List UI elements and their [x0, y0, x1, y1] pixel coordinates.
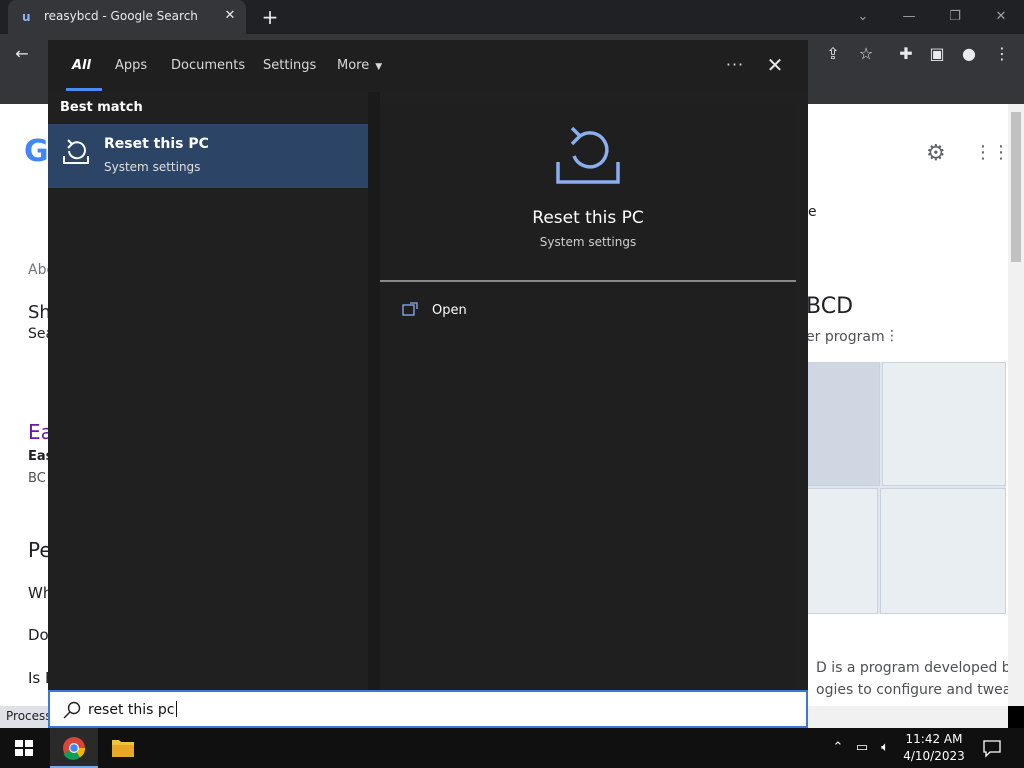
window-close-icon[interactable]: ✕ [992, 8, 1010, 26]
start-icon [15, 740, 33, 756]
description-line-2: ogies to configure and tweak the [816, 682, 1008, 698]
clock-time: 11:42 AM [905, 732, 963, 746]
network-icon[interactable]: ▭ [853, 738, 871, 758]
chevron-down-icon: ▼ [375, 62, 383, 72]
page-vertical-scrollbar[interactable] [1008, 104, 1024, 706]
question-fragment-2[interactable]: Do [28, 626, 49, 644]
chrome-tab-strip: u reasybcd - Google Search ✕ + ⌄ — ❐ ✕ [0, 0, 1024, 34]
minimize-icon[interactable]: — [900, 8, 918, 26]
knowledge-panel-subtitle-fragment: er program [806, 329, 885, 345]
windows-search-panel: All Apps Documents Settings More ▼ ··· ✕ … [48, 40, 808, 690]
thumbnail-2[interactable] [882, 362, 1006, 486]
taskbar-chrome[interactable] [50, 728, 98, 768]
volume-muted-icon[interactable]: 🔈︎ [876, 738, 894, 758]
search-box[interactable]: reset this pc [48, 690, 808, 728]
browser-tab[interactable]: u reasybcd - Google Search ✕ [8, 0, 246, 34]
google-apps-icon[interactable]: ⋮⋮ [974, 142, 1008, 164]
more-options-icon[interactable]: ⋮ [885, 328, 899, 344]
preview-divider [380, 280, 796, 282]
new-tab-button[interactable]: + [260, 7, 280, 27]
start-button[interactable] [0, 728, 48, 768]
result-preview-pane: Reset this PC System settings Open [380, 104, 796, 690]
extensions-icon[interactable]: ✚ [895, 43, 917, 65]
filter-tab-more[interactable]: More ▼ [337, 58, 382, 73]
file-explorer-icon [112, 740, 134, 757]
preview-category: System settings [539, 235, 637, 249]
share-icon[interactable]: ⇪ [822, 43, 844, 65]
search-icon [63, 701, 81, 719]
profile-icon[interactable]: ● [958, 43, 980, 65]
notifications-icon[interactable] [982, 738, 1002, 758]
settings-gear-icon[interactable]: ⚙ [926, 142, 950, 166]
windows-taskbar: ⌃ ▭ 🔈︎ 11:42 AM 4/10/2023 [0, 728, 1024, 768]
open-action-label: Open [432, 303, 467, 318]
search-input[interactable]: reset this pc [88, 701, 177, 718]
search-query-text: reset this pc [88, 702, 175, 718]
google-logo[interactable]: G [24, 134, 49, 169]
thumbnail-1[interactable] [806, 362, 880, 486]
screenshot-thumbnails[interactable] [806, 362, 1006, 614]
restore-icon[interactable]: ❐ [946, 8, 964, 26]
pane-divider [368, 92, 380, 690]
close-search-icon[interactable]: ✕ [764, 54, 786, 76]
description-line-1: D is a program developed by Neo [816, 660, 1008, 676]
clock-date: 4/10/2023 [903, 749, 965, 763]
thumbnail-3[interactable] [806, 488, 878, 614]
result-name: Reset this PC [104, 136, 209, 152]
chrome-icon [63, 737, 86, 760]
system-clock[interactable]: 11:42 AM 4/10/2023 [896, 731, 972, 765]
search-results-list: Best match Reset this PC System settings [48, 92, 368, 690]
reset-pc-icon [63, 139, 89, 164]
tab-search-icon[interactable]: ⌄ [854, 8, 872, 26]
bc-fragment: BC [28, 471, 46, 486]
knowledge-panel-title-fragment: BCD [806, 294, 854, 319]
scrollbar-thumb[interactable] [1011, 112, 1021, 262]
back-icon[interactable]: ← [11, 43, 33, 65]
side-panel-icon[interactable]: ▣ [926, 43, 948, 65]
bookmark-star-icon[interactable]: ☆ [855, 43, 877, 65]
open-action-button[interactable]: Open [398, 300, 558, 324]
active-tab-indicator [66, 88, 102, 91]
search-options-icon[interactable]: ··· [724, 54, 746, 76]
thumbnail-4[interactable] [880, 488, 1006, 614]
best-match-heading: Best match [60, 100, 143, 115]
google-favicon-icon: u [22, 10, 31, 24]
show-hidden-icons-icon[interactable]: ⌃ [829, 738, 847, 758]
filter-tab-more-label: More [337, 58, 370, 73]
reset-pc-large-icon [556, 126, 620, 184]
preview-name: Reset this PC [532, 208, 644, 228]
search-filter-bar: All Apps Documents Settings More ▼ ··· ✕ [48, 40, 808, 92]
result-category: System settings [104, 160, 201, 174]
taskbar-file-explorer[interactable] [99, 728, 147, 768]
result-item-reset-this-pc[interactable]: Reset this PC System settings [48, 124, 368, 188]
tab-title: reasybcd - Google Search [44, 9, 198, 23]
chrome-menu-icon[interactable]: ⋮ [991, 43, 1013, 65]
text-caret [175, 701, 177, 717]
open-icon [402, 302, 418, 316]
chip-fragment[interactable]: e [808, 204, 817, 220]
filter-tab-all[interactable]: All [72, 58, 91, 73]
filter-tab-settings[interactable]: Settings [263, 58, 316, 73]
filter-tab-apps[interactable]: Apps [115, 58, 147, 73]
tab-close-icon[interactable]: ✕ [222, 8, 238, 24]
filter-tab-documents[interactable]: Documents [171, 58, 245, 73]
